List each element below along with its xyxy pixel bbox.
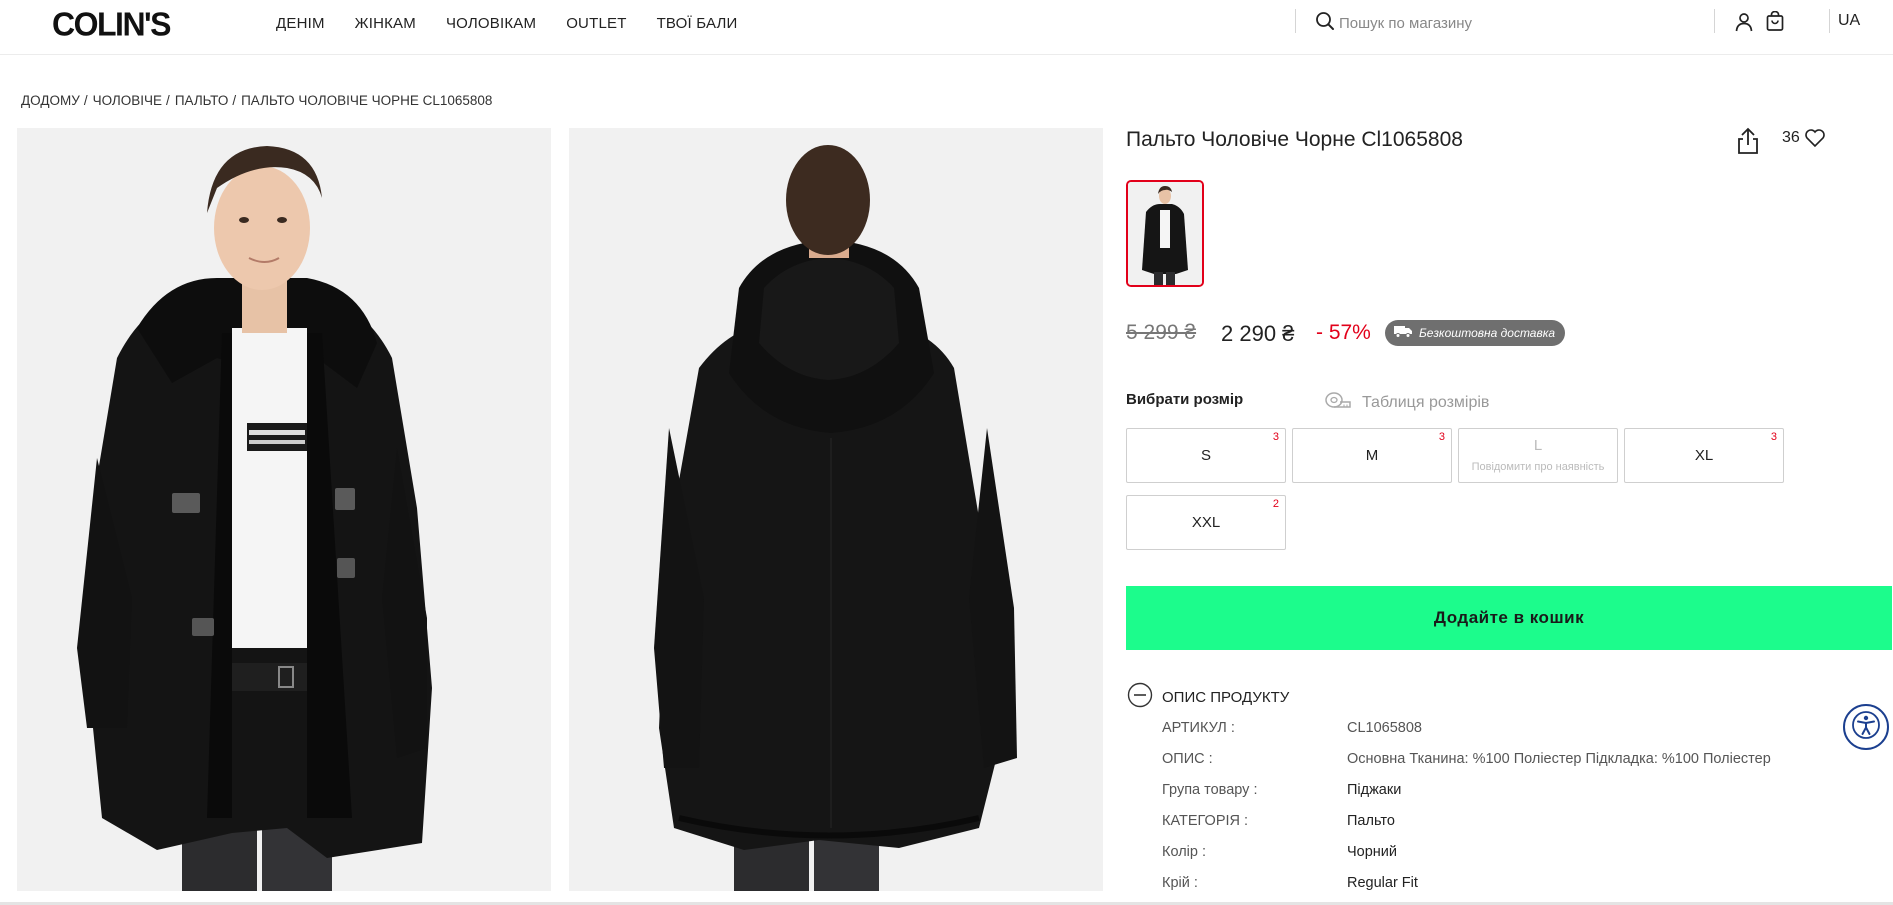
brand-logo[interactable]: COLIN'S xyxy=(52,5,172,44)
accessibility-icon xyxy=(1851,710,1881,745)
choose-size-label: Вибрати розмір xyxy=(1126,391,1244,408)
share-icon[interactable] xyxy=(1736,127,1760,160)
nav-item-denim[interactable]: ДЕНІМ xyxy=(276,15,325,32)
divider xyxy=(1829,9,1830,33)
heart-icon[interactable] xyxy=(1804,128,1826,153)
attribute-key: Крій : xyxy=(1162,875,1198,891)
free-delivery-text: Безкоштовна доставка xyxy=(1419,326,1556,340)
free-delivery-badge: Безкоштовна доставка xyxy=(1385,320,1566,346)
favorites-count: 36 xyxy=(1782,129,1800,146)
stock-count: 3 xyxy=(1438,431,1445,443)
breadcrumb-home[interactable]: ДОДОМУ xyxy=(21,93,80,108)
discount-badge: - 57% xyxy=(1316,321,1371,344)
truck-icon xyxy=(1393,325,1413,341)
description-title: ОПИС ПРОДУКТУ xyxy=(1162,689,1290,706)
nav-item-men[interactable]: ЧОЛОВІКАМ xyxy=(446,15,536,32)
attribute-value: Пальто xyxy=(1347,813,1395,829)
main-nav: ДЕНІМ ЖІНКАМ ЧОЛОВІКАМ OUTLET ТВОЇ БАЛИ xyxy=(276,15,768,32)
size-option-m[interactable]: M 3 xyxy=(1292,428,1452,483)
attribute-key: КАТЕГОРІЯ : xyxy=(1162,813,1249,829)
attribute-key: Група товару : xyxy=(1162,782,1258,798)
attribute-value: Regular Fit xyxy=(1347,875,1418,891)
old-price: 5 299 ₴ xyxy=(1126,321,1197,344)
size-label: M xyxy=(1365,447,1379,464)
search-icon[interactable] xyxy=(1315,11,1335,36)
add-to-cart-button[interactable]: Додайте в кошик xyxy=(1126,586,1892,650)
breadcrumb-coats[interactable]: ПАЛЬТО xyxy=(175,93,229,108)
product-image-back[interactable] xyxy=(569,128,1103,891)
site-header: COLIN'S ДЕНІМ ЖІНКАМ ЧОЛОВІКАМ OUTLET ТВ… xyxy=(0,0,1893,55)
size-option-xxl[interactable]: XXL 2 xyxy=(1126,495,1286,550)
attribute-key: АРТИКУЛ : xyxy=(1162,720,1235,736)
stock-count: 3 xyxy=(1272,431,1279,443)
size-label: XL xyxy=(1694,447,1714,464)
minus-circle-icon xyxy=(1127,682,1153,713)
stock-count: 3 xyxy=(1770,431,1777,443)
color-thumbnail[interactable] xyxy=(1126,180,1204,287)
size-option-l[interactable]: L Повідомити про наявність xyxy=(1458,428,1618,483)
search-box[interactable] xyxy=(1315,11,1639,36)
size-option-xl[interactable]: XL 3 xyxy=(1624,428,1784,483)
notify-availability[interactable]: Повідомити про наявність xyxy=(1459,461,1617,473)
attribute-value: Чорний xyxy=(1347,844,1397,860)
attribute-value: CL1065808 xyxy=(1347,720,1422,736)
attribute-value: Піджаки xyxy=(1347,782,1402,798)
size-table-link[interactable]: Таблиця розмірів xyxy=(1324,390,1489,415)
breadcrumb-current: ПАЛЬТО ЧОЛОВІЧЕ ЧОРНЕ CL1065808 xyxy=(241,93,493,108)
nav-item-outlet[interactable]: OUTLET xyxy=(566,15,626,32)
product-title: Пальто Чоловіче Чорне Cl1065808 xyxy=(1126,128,1463,151)
search-input[interactable] xyxy=(1339,15,1639,32)
language-switch[interactable]: UA xyxy=(1838,12,1860,30)
attribute-value: Основна Тканина: %100 Поліестер Підкладк… xyxy=(1347,751,1771,767)
size-label: S xyxy=(1200,447,1211,464)
size-table-label: Таблиця розмірів xyxy=(1362,393,1490,411)
current-price: 2 290 ₴ xyxy=(1221,321,1295,346)
breadcrumb: ДОДОМУ / ЧОЛОВІЧЕ / ПАЛЬТО / ПАЛЬТО ЧОЛО… xyxy=(21,93,492,108)
divider xyxy=(1295,9,1296,33)
breadcrumb-separator: / xyxy=(83,93,88,108)
description-toggle[interactable]: ОПИС ПРОДУКТУ xyxy=(1127,682,1289,713)
nav-item-women[interactable]: ЖІНКАМ xyxy=(355,15,416,32)
accessibility-button[interactable] xyxy=(1843,704,1889,750)
size-label: L xyxy=(1533,437,1543,454)
breadcrumb-separator: / xyxy=(166,93,170,108)
breadcrumb-separator: / xyxy=(232,93,237,108)
attribute-key: Колір : xyxy=(1162,844,1206,860)
bag-icon[interactable] xyxy=(1765,10,1785,37)
measuring-tape-icon xyxy=(1324,390,1352,415)
user-icon[interactable] xyxy=(1734,12,1754,37)
size-label: XXL xyxy=(1191,514,1221,531)
product-image-front[interactable] xyxy=(17,128,551,891)
size-option-s[interactable]: S 3 xyxy=(1126,428,1286,483)
stock-count: 2 xyxy=(1272,498,1279,510)
breadcrumb-men[interactable]: ЧОЛОВІЧЕ xyxy=(93,93,162,108)
attribute-key: ОПИС : xyxy=(1162,751,1213,767)
divider xyxy=(1714,9,1715,33)
nav-item-bonus[interactable]: ТВОЇ БАЛИ xyxy=(657,15,738,32)
